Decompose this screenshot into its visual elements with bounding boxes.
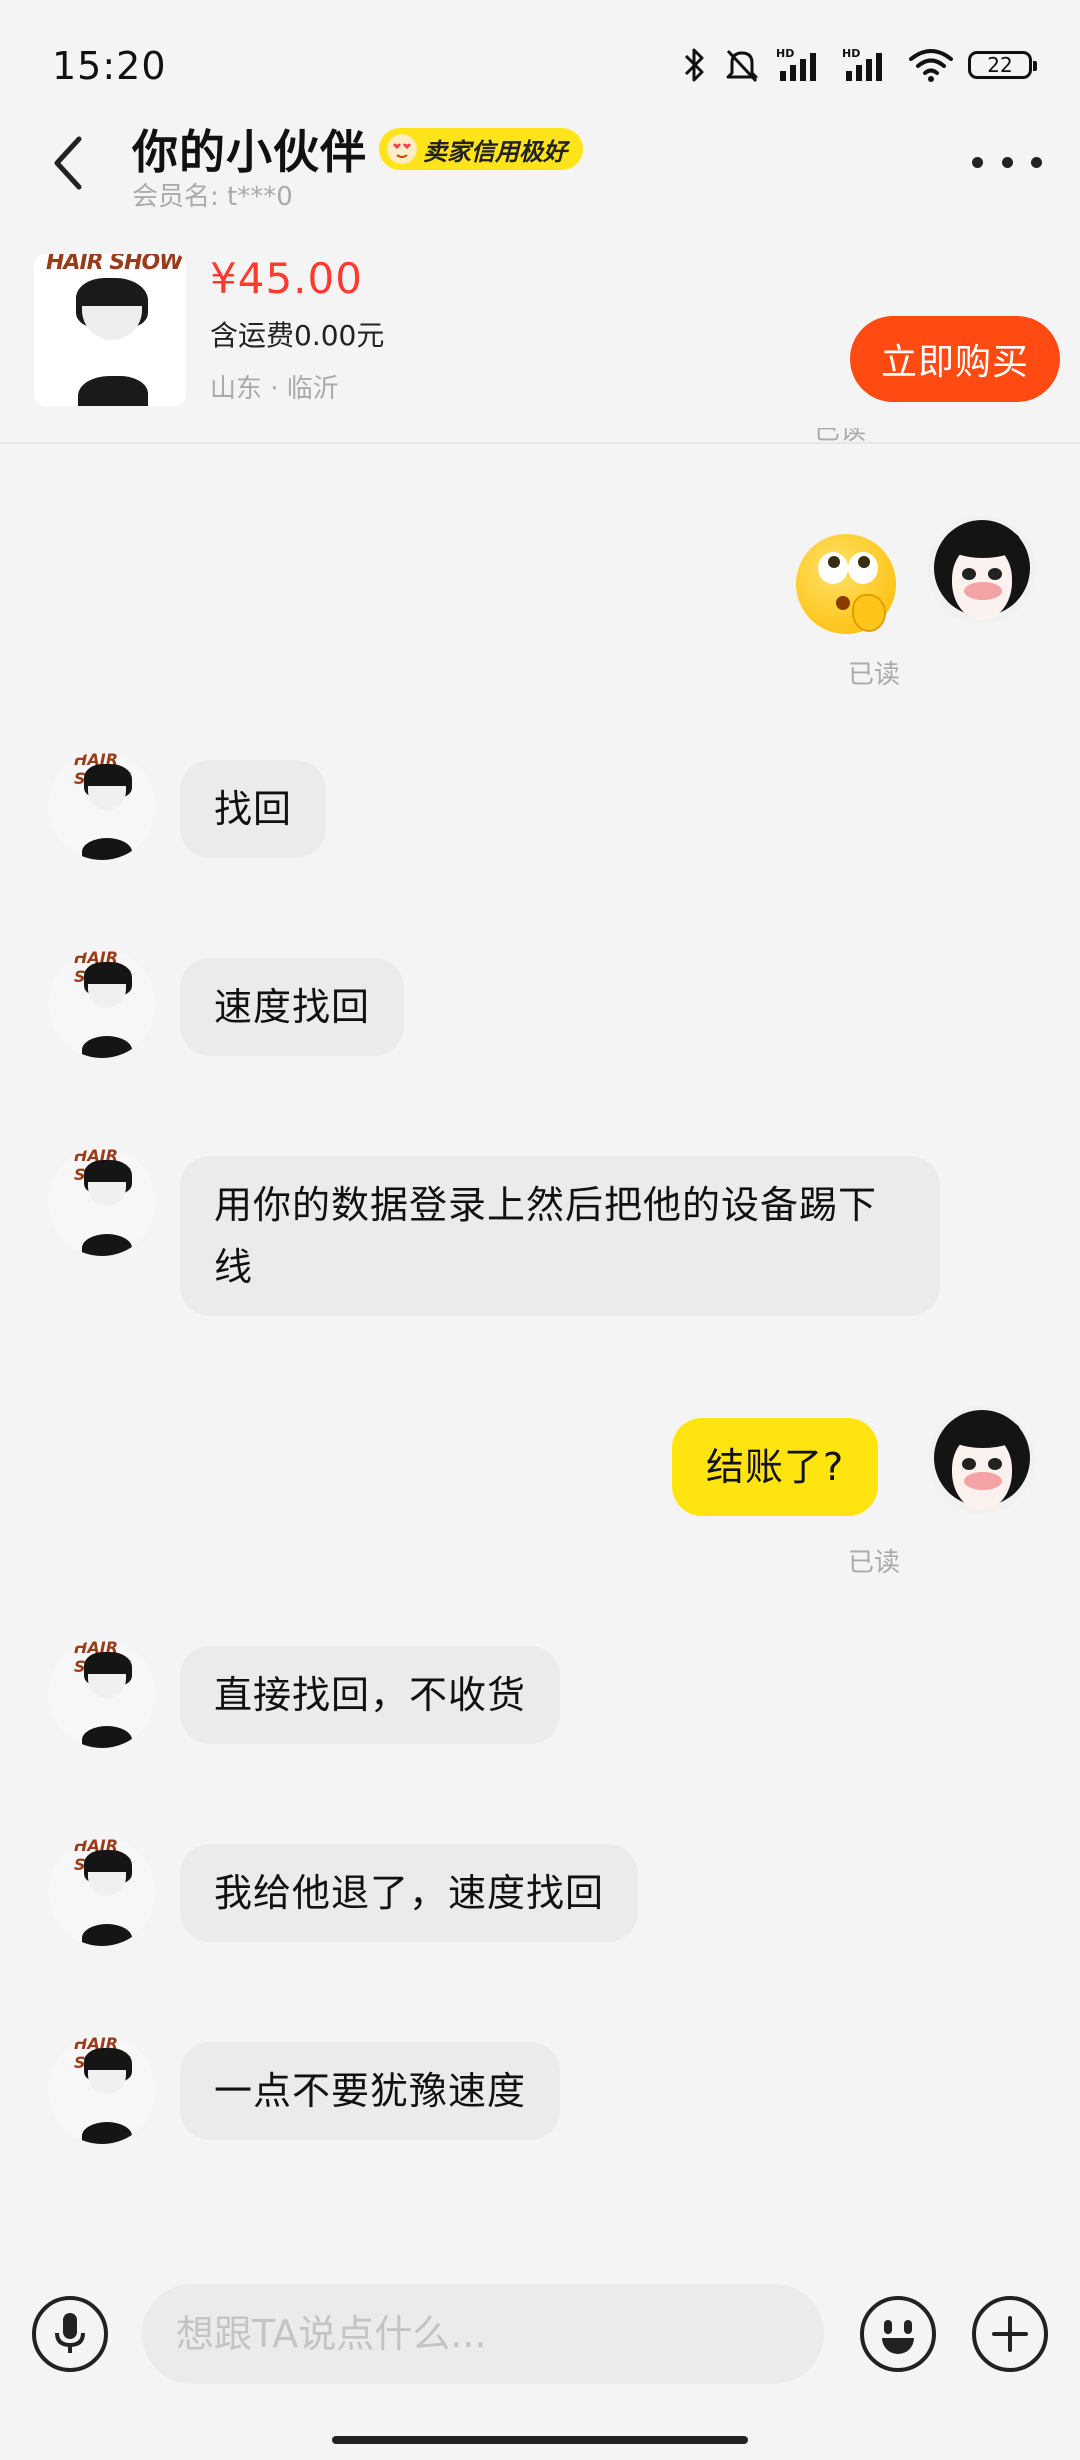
hair-image — [78, 376, 148, 406]
product-location: 山东 · 临沂 — [210, 374, 339, 404]
avatar-blush — [964, 582, 1002, 600]
smiley-icon — [884, 2320, 892, 2334]
mute-icon — [726, 49, 758, 83]
avatar-face — [88, 1674, 126, 1698]
title-wrap: 你的小伙伴 卖家信用极好 — [132, 116, 583, 182]
message-bubble-incoming[interactable]: 我给他退了，速度找回 — [180, 1844, 639, 1942]
seller-avatar[interactable]: HAIR SHOW — [48, 2036, 156, 2144]
avatar-hair — [82, 1036, 132, 1058]
message-bubble-incoming[interactable]: 一点不要犹豫速度 — [180, 2042, 561, 2140]
avatar-eye — [988, 568, 1002, 580]
avatar-eye — [988, 1458, 1002, 1470]
avatar-hair — [82, 2122, 132, 2144]
avatar-hair — [82, 838, 132, 860]
heart-eyes-icon — [387, 134, 417, 164]
status-icons: HD HD 22 — [682, 40, 1037, 90]
more-button[interactable] — [972, 142, 1042, 182]
avatar-fringe — [946, 1418, 1020, 1448]
thinking-emoji-sticker[interactable] — [796, 534, 896, 634]
buy-now-button[interactable]: 立即购买 — [850, 316, 1060, 402]
input-bar — [0, 2260, 1080, 2460]
my-avatar[interactable] — [928, 1406, 1036, 1514]
back-button[interactable] — [38, 128, 98, 198]
message-input[interactable] — [142, 2284, 824, 2384]
signal-hd-icon: HD — [776, 47, 816, 81]
chat-screen: 15:20 HD HD 22 你的小伙伴 卖家信用极好 会员名: t***0 H… — [0, 0, 1080, 2460]
avatar-hair — [82, 1234, 132, 1256]
smiley-icon — [904, 2320, 912, 2334]
svg-text:HD: HD — [842, 47, 860, 60]
face-image — [82, 306, 142, 340]
avatar-eye — [962, 568, 976, 580]
seller-avatar[interactable]: HAIR SHOW — [48, 1148, 156, 1256]
message-bubble-incoming[interactable]: 找回 — [180, 760, 327, 858]
read-receipt: 已读 — [813, 428, 866, 444]
status-time: 15:20 — [52, 44, 167, 88]
avatar-blush — [964, 1472, 1002, 1490]
avatar-face — [88, 1182, 126, 1206]
read-receipt: 已读 — [848, 660, 901, 690]
emoji-button[interactable] — [860, 2296, 936, 2372]
avatar-face — [88, 2070, 126, 2094]
more-dot-icon — [1031, 156, 1042, 168]
wifi-icon — [909, 49, 953, 82]
sticker-eye — [848, 552, 878, 584]
plus-icon — [992, 2316, 1028, 2352]
message-bubble-outgoing[interactable]: 结账了? — [672, 1418, 879, 1516]
battery-level: 22 — [987, 53, 1013, 77]
product-shipping: 含运费0.00元 — [210, 319, 385, 352]
page-title[interactable]: 你的小伙伴 — [132, 116, 367, 182]
avatar-face — [88, 984, 126, 1008]
sticker-mouth — [836, 596, 850, 610]
smiley-icon — [882, 2338, 914, 2354]
avatar-eye — [962, 1458, 976, 1470]
seller-avatar[interactable]: HAIR SHOW — [48, 1838, 156, 1946]
seller-avatar[interactable]: HAIR SHOW — [48, 1640, 156, 1748]
chevron-left-icon — [54, 136, 82, 190]
seller-avatar[interactable]: HAIR SHOW — [48, 752, 156, 860]
avatar-face — [88, 786, 126, 810]
message-bubble-incoming[interactable]: 用你的数据登录上然后把他的设备踢下线 — [180, 1156, 940, 1316]
microphone-icon — [55, 2313, 85, 2353]
avatar-fringe — [946, 528, 1020, 558]
thumbnail-logo-text: HAIR SHOW — [46, 254, 183, 275]
chat-header: 你的小伙伴 卖家信用极好 会员名: t***0 — [0, 110, 1080, 212]
read-receipt: 已读 — [848, 1548, 901, 1578]
member-name: 会员名: t***0 — [132, 182, 293, 212]
product-card[interactable]: HAIR SHOW ¥45.00 含运费0.00元 山东 · 临沂 立即购买 — [0, 240, 1080, 440]
top-region: 15:20 HD HD 22 你的小伙伴 卖家信用极好 会员名: t***0 H… — [0, 0, 1080, 444]
credit-badge-label: 卖家信用极好 — [423, 137, 567, 166]
credit-badge[interactable]: 卖家信用极好 — [379, 128, 583, 170]
avatar-hair — [82, 1924, 132, 1946]
seller-avatar[interactable]: HAIR SHOW — [48, 950, 156, 1058]
avatar-hair — [82, 1726, 132, 1748]
bluetooth-icon — [684, 48, 704, 82]
sticker-eye — [818, 552, 848, 584]
product-thumbnail[interactable]: HAIR SHOW — [34, 254, 186, 406]
my-avatar[interactable] — [928, 516, 1036, 624]
add-button[interactable] — [972, 2296, 1048, 2372]
voice-button[interactable] — [32, 2296, 108, 2372]
sticker-hand — [852, 594, 886, 632]
more-dot-icon — [972, 156, 983, 168]
battery-icon: 22 — [968, 51, 1037, 79]
message-list[interactable]: 已读 HAIR SHOW 找回 HAIR SHOW 速度找回 HAIR SHOW… — [0, 444, 1080, 2244]
avatar-face — [88, 1872, 126, 1896]
message-bubble-incoming[interactable]: 直接找回，不收货 — [180, 1646, 561, 1744]
svg-text:HD: HD — [776, 47, 794, 60]
message-bubble-incoming[interactable]: 速度找回 — [180, 958, 405, 1056]
product-price: ¥45.00 — [210, 254, 363, 303]
signal-hd-icon: HD — [842, 47, 882, 81]
home-indicator[interactable] — [332, 2436, 748, 2444]
more-dot-icon — [1001, 156, 1013, 168]
